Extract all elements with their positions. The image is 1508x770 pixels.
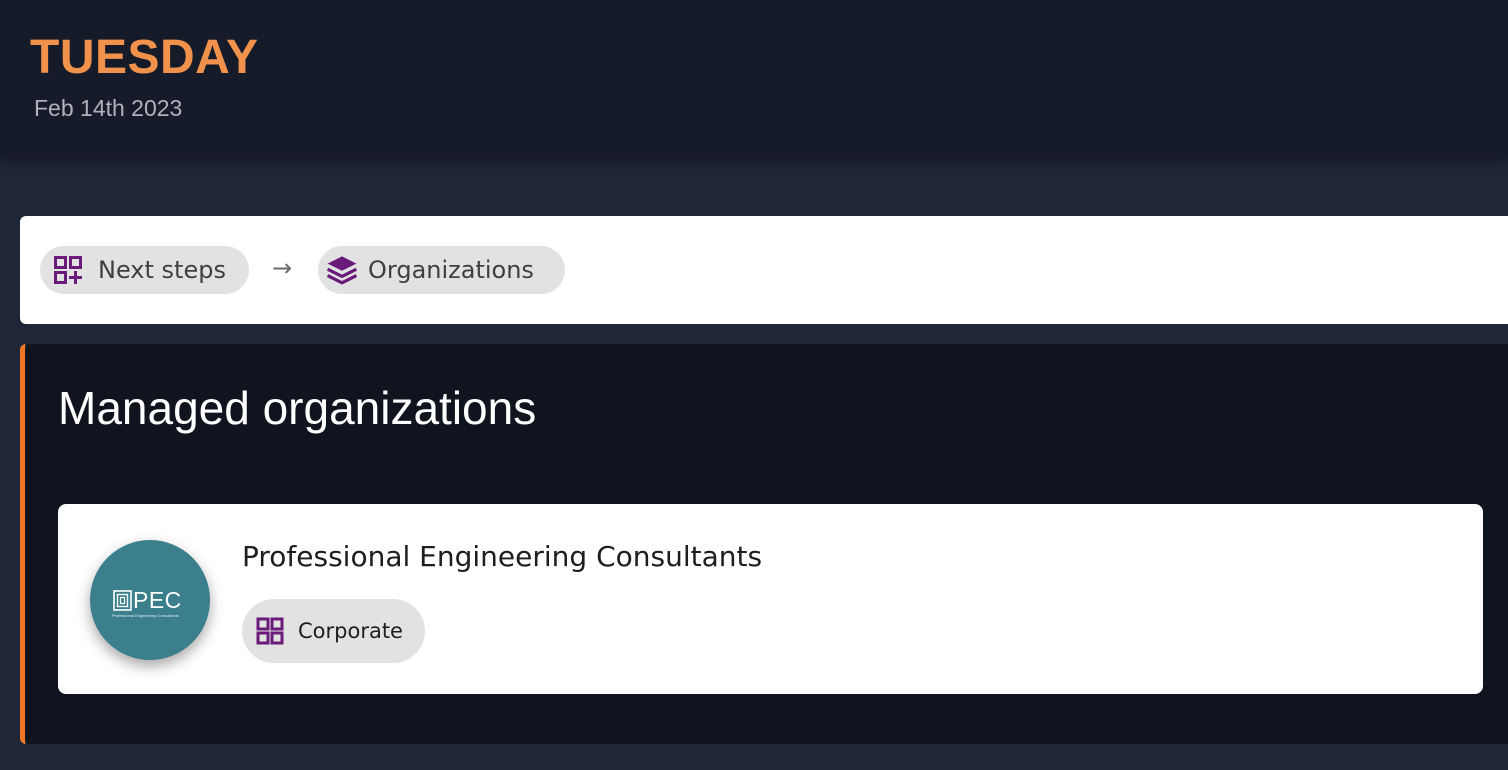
managed-organizations-panel: Managed organizations PEC Professional E…	[20, 344, 1508, 744]
organization-logo: PEC Professional Engineering Consultants	[90, 540, 210, 660]
date-subtitle: Feb 14th 2023	[34, 95, 183, 121]
organization-type-tag[interactable]: Corporate	[242, 599, 425, 663]
breadcrumb: Next steps → Organizations	[20, 216, 1508, 324]
layers-icon	[326, 254, 358, 286]
day-title: TUESDAY	[30, 31, 259, 84]
grid-add-icon	[52, 254, 84, 286]
organization-name[interactable]: Professional Engineering Consultants	[242, 540, 762, 574]
page-header: TUESDAY Feb 14th 2023	[0, 0, 1508, 156]
breadcrumb-separator: →	[272, 254, 293, 282]
breadcrumb-item-next-steps[interactable]: Next steps	[40, 246, 249, 294]
panel-title: Managed organizations	[58, 382, 537, 434]
tag-label: Corporate	[298, 619, 403, 643]
logo-text: PEC	[133, 587, 182, 613]
breadcrumb-item-organizations[interactable]: Organizations	[318, 246, 565, 294]
grid-icon	[256, 617, 284, 645]
breadcrumb-label: Organizations	[368, 256, 534, 284]
organization-card[interactable]: PEC Professional Engineering Consultants…	[58, 504, 1483, 694]
breadcrumb-label: Next steps	[98, 256, 226, 284]
logo-subtext: Professional Engineering Consultants	[112, 613, 179, 618]
